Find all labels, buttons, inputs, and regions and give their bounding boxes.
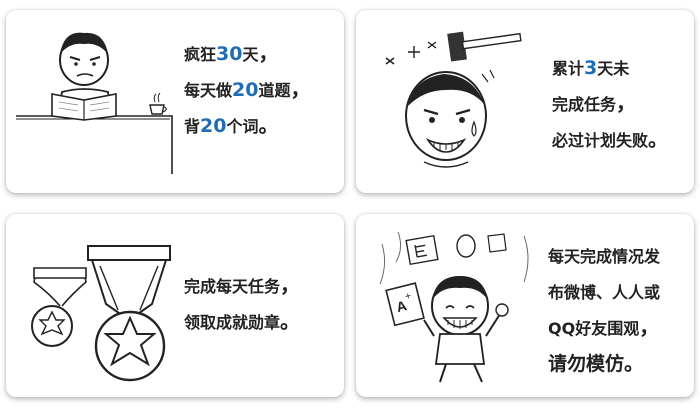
panel-2-line-2: 完成任务， [552, 91, 637, 115]
panel-4-line-4: 请勿模仿。 [548, 351, 645, 375]
panel-card-4: A + 每天完成情况发 布微博、人人或 QQ好友围观， 请勿模仿。 [356, 214, 694, 397]
panel-4-line-2: 布微博、人人或 [548, 283, 661, 302]
hammer-penalty-icon [385, 31, 522, 168]
student-reading-icon [16, 32, 173, 174]
panel-4-line-1: 每天完成情况发 [548, 247, 661, 266]
panel-1-line-1: 疯狂30天， [184, 41, 279, 65]
panel-2-text: 累计3天未 完成任务， 必过计划失败。 [552, 50, 668, 158]
panel-3-line-2: 领取成就勋章。 [184, 309, 301, 333]
panel-3-line-1: 完成每天任务， [184, 273, 301, 297]
panel-2-line-3: 必过计划失败。 [552, 127, 669, 151]
panel-2-line-1: 累计3天未 [552, 57, 630, 79]
celebrating-student-icon: A+ [379, 231, 529, 383]
panel-4-line-3: QQ好友围观， [548, 315, 660, 339]
panel-card-2: 累计3天未 完成任务， 必过计划失败。 [356, 10, 694, 193]
medals-icon [31, 245, 171, 382]
panel-1-line-2: 每天做20道题， [184, 77, 311, 101]
panel-1-line-3: 背20个词。 [184, 113, 279, 137]
panel-1-text: 疯狂30天， 每天做20道题， 背20个词。 [184, 36, 310, 144]
panel-3-text: 完成每天任务， 领取成就勋章。 [184, 268, 300, 340]
panel-card-3: 完成每天任务， 领取成就勋章。 [6, 214, 344, 397]
panel-4-text: 每天完成情况发 布微博、人人或 QQ好友围观， 请勿模仿。 [548, 238, 660, 382]
panel-card-1: 疯狂30天， 每天做20道题， 背20个词。 [6, 10, 344, 193]
